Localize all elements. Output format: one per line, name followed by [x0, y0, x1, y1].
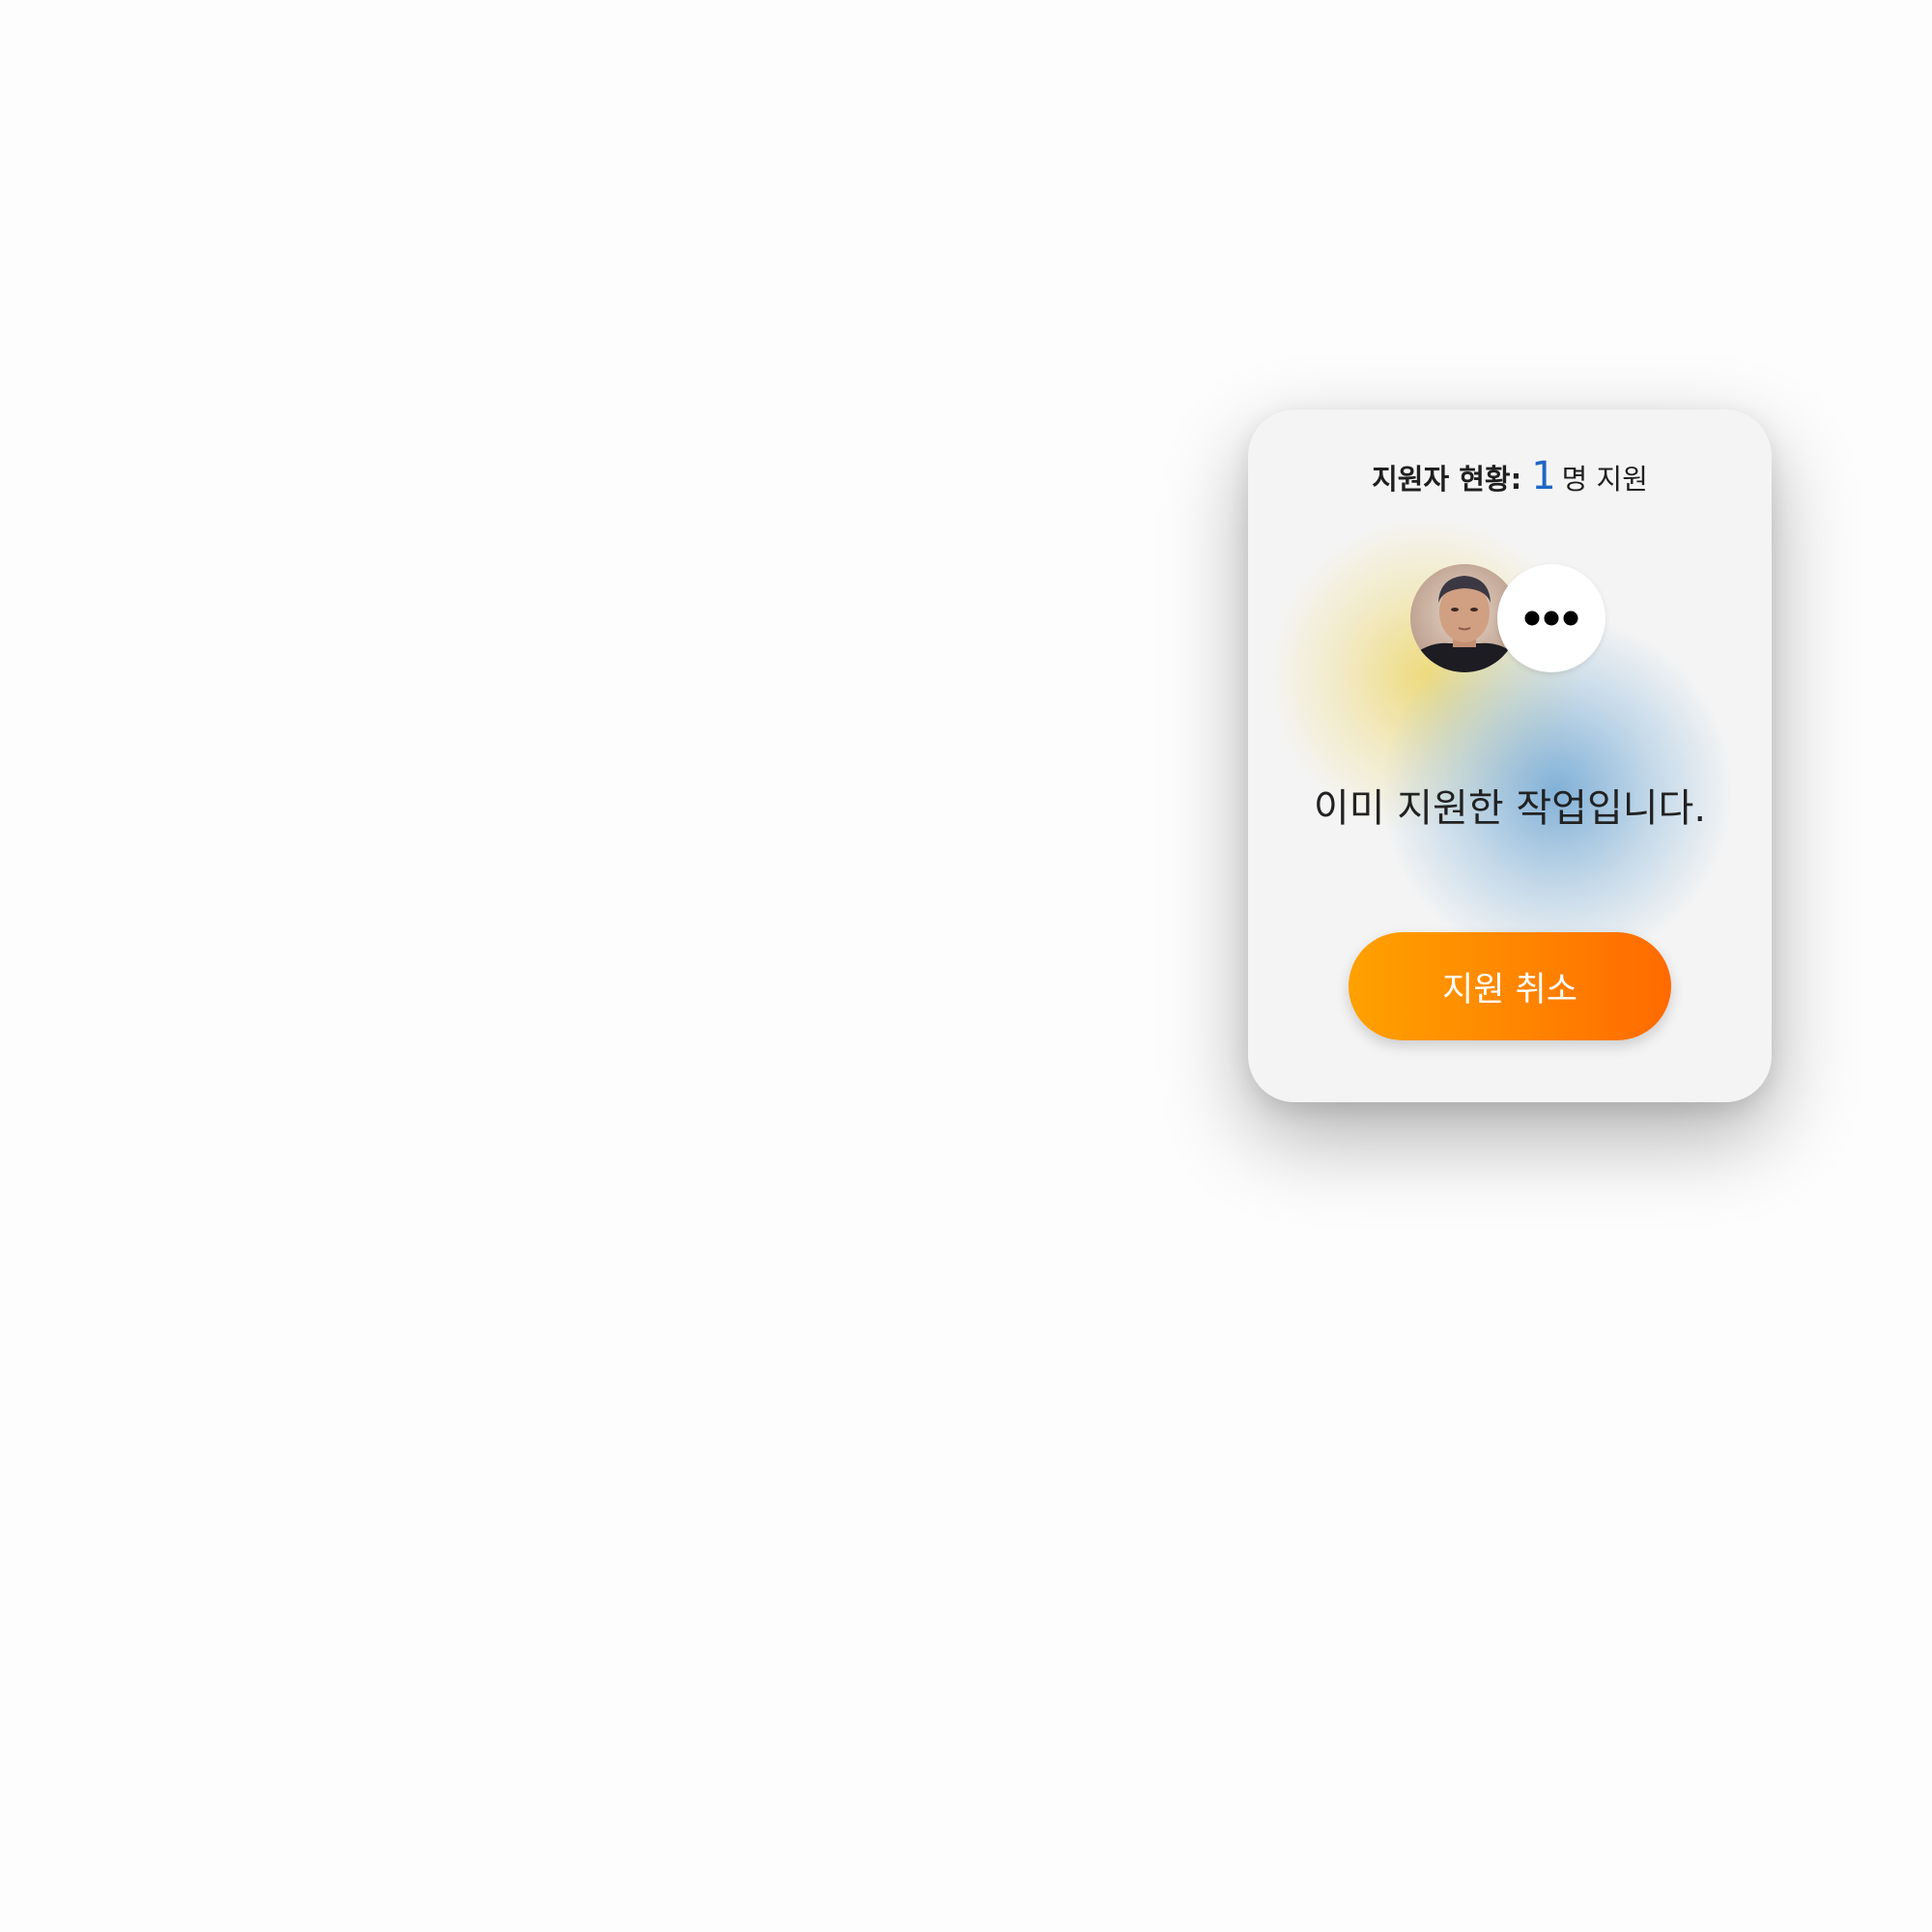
applicant-avatars: [1410, 564, 1613, 674]
applicant-status: 지원자 현황: 1 명 지원: [1248, 454, 1772, 498]
already-applied-message: 이미 지원한 작업입니다.: [1313, 786, 1707, 831]
more-horizontal-icon: [1524, 611, 1578, 626]
applicant-status-label: 지원자 현황:: [1372, 463, 1522, 496]
applicant-count-unit: 명 지원: [1561, 463, 1648, 496]
more-applicants-button[interactable]: [1497, 564, 1605, 672]
cancel-application-button[interactable]: 지원 취소: [1349, 932, 1671, 1040]
applicant-count: 1: [1531, 454, 1556, 498]
page: 지원자 현황: 1 명 지원 이미 지원한 작업입니다. 지원 취소: [0, 0, 1932, 1932]
application-card: 지원자 현황: 1 명 지원 이미 지원한 작업입니다. 지원 취소: [1248, 410, 1772, 1102]
